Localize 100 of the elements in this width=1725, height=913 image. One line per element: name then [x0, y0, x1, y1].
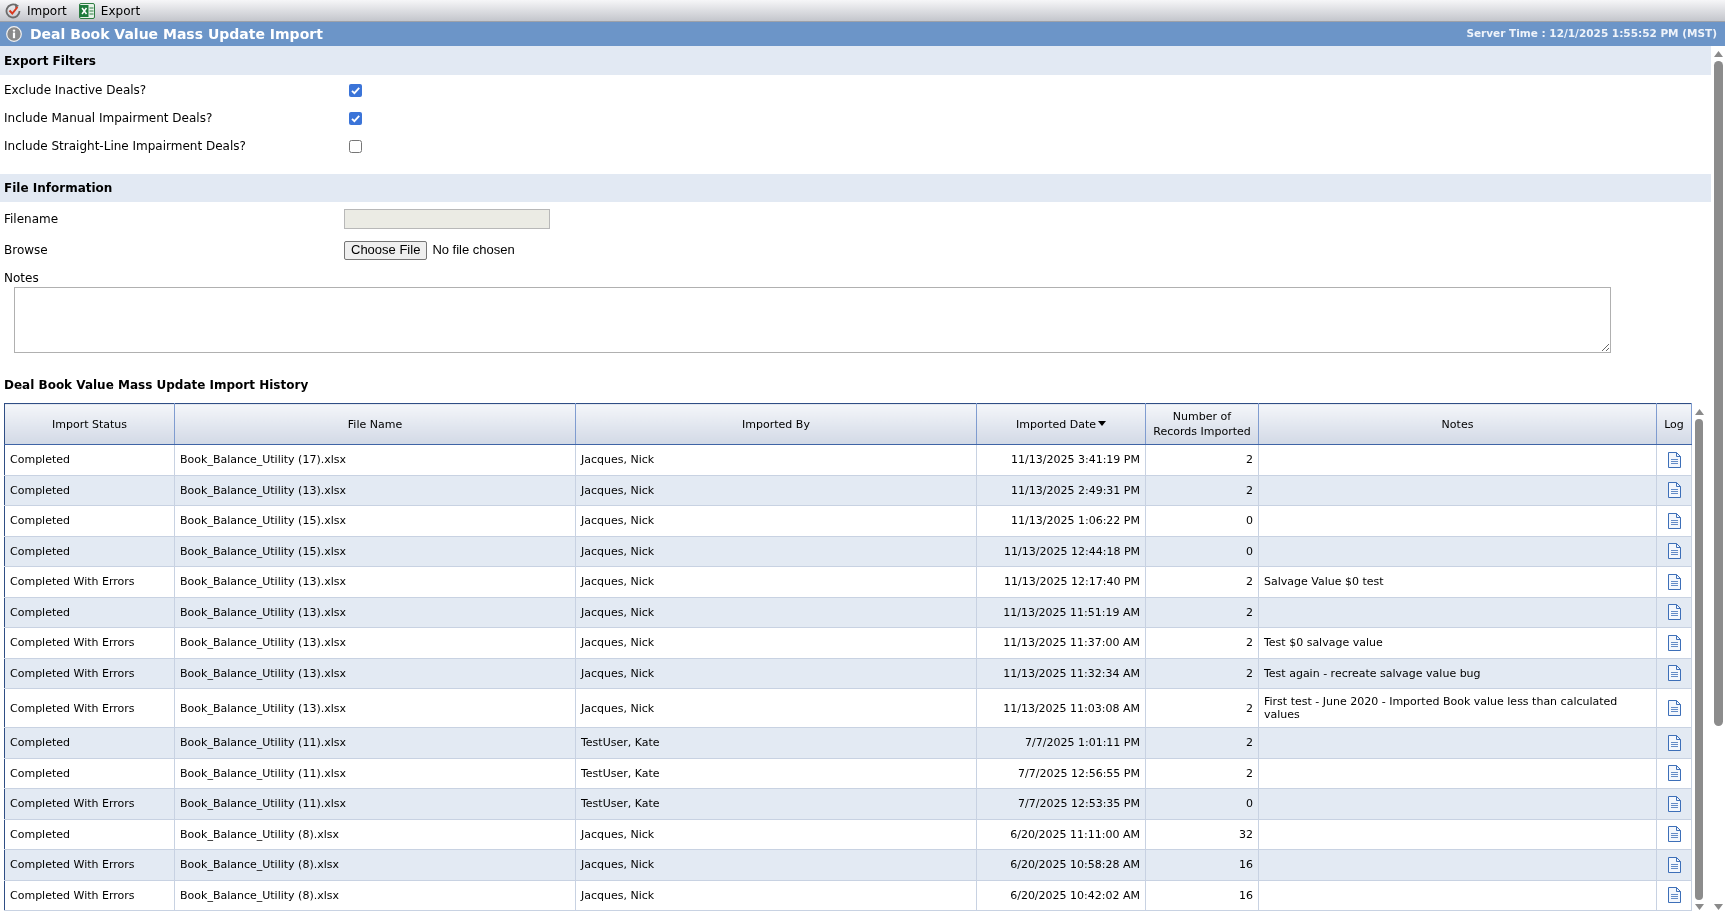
- scroll-up-arrow-icon[interactable]: [1694, 409, 1704, 415]
- table-cell: Book_Balance_Utility (13).xlsx: [174, 597, 576, 628]
- table-cell: 11/13/2025 3:41:19 PM: [976, 444, 1146, 475]
- table-cell: TestUser, Kate: [575, 727, 977, 758]
- table-cell: Completed With Errors: [4, 849, 175, 880]
- table-cell: Book_Balance_Utility (15).xlsx: [174, 536, 576, 567]
- table-cell: 6/20/2025 10:58:28 AM: [976, 849, 1146, 880]
- table-cell: 0: [1145, 788, 1259, 819]
- table-cell: Book_Balance_Utility (11).xlsx: [174, 727, 576, 758]
- file-status-text: No file chosen: [432, 241, 515, 260]
- table-cell: Book_Balance_Utility (13).xlsx: [174, 658, 576, 689]
- checkbox[interactable]: [349, 83, 362, 97]
- document-icon[interactable]: [1667, 856, 1681, 873]
- document-icon[interactable]: [1667, 512, 1681, 529]
- document-icon[interactable]: [1667, 451, 1681, 468]
- field-label: Notes: [3, 270, 39, 286]
- server-time: Server Time : 12/1/2025 1:55:52 PM (MST): [1466, 26, 1718, 42]
- column-header[interactable]: Number of Records Imported: [1145, 403, 1259, 445]
- export-button[interactable]: Export: [78, 1, 141, 20]
- table-cell: Book_Balance_Utility (15).xlsx: [174, 505, 576, 536]
- table-cell: Book_Balance_Utility (13).xlsx: [174, 475, 576, 506]
- table-cell: 2: [1145, 688, 1259, 728]
- table-cell: Completed: [4, 505, 175, 536]
- document-icon[interactable]: [1667, 700, 1681, 716]
- table-cell: 2: [1145, 566, 1259, 597]
- table-cell: Book_Balance_Utility (13).xlsx: [174, 566, 576, 597]
- document-icon[interactable]: [1667, 482, 1681, 499]
- table-cell: Jacques, Nick: [575, 849, 977, 880]
- table-cell: Completed With Errors: [4, 566, 175, 597]
- document-icon[interactable]: [1667, 665, 1681, 682]
- document-icon[interactable]: [1667, 604, 1681, 621]
- table-cell: Completed With Errors: [4, 880, 175, 911]
- table-cell: Jacques, Nick: [575, 819, 977, 850]
- table-cell: 16: [1145, 880, 1259, 911]
- table-cell: Test $0 salvage value: [1258, 627, 1657, 658]
- section-header: Export Filters: [0, 46, 1711, 75]
- table-cell: TestUser, Kate: [575, 788, 977, 819]
- table-cell: 2: [1145, 727, 1259, 758]
- column-header[interactable]: File Name: [174, 403, 576, 445]
- info-icon: [6, 26, 22, 42]
- column-header[interactable]: Imported By: [575, 403, 977, 445]
- scrollbar-thumb[interactable]: [1695, 419, 1703, 900]
- table-cell: Completed With Errors: [4, 788, 175, 819]
- table-cell: 2: [1145, 658, 1259, 689]
- table-cell: 7/7/2025 12:53:35 PM: [976, 788, 1146, 819]
- table-cell: 11/13/2025 11:51:19 AM: [976, 597, 1146, 628]
- section-header: File Information: [0, 174, 1711, 202]
- document-icon[interactable]: [1667, 543, 1681, 560]
- scrollbar-thumb[interactable]: [1713, 61, 1723, 726]
- table-cell: 11/13/2025 2:49:31 PM: [976, 475, 1146, 506]
- notes-field[interactable]: [14, 287, 1611, 353]
- filter-label: Include Manual Impairment Deals?: [3, 110, 214, 127]
- table-cell: Completed: [4, 475, 175, 506]
- column-header[interactable]: Notes: [1258, 403, 1657, 445]
- checkbox[interactable]: [349, 139, 362, 153]
- refresh-check-icon: [5, 2, 21, 19]
- table-cell: First test - June 2020 - Imported Book value less than calculated values: [1258, 688, 1657, 728]
- table-cell: Book_Balance_Utility (17).xlsx: [174, 444, 576, 475]
- table-cell: Test again - recreate salvage value bug: [1258, 658, 1657, 689]
- spreadsheet-icon: [78, 2, 95, 19]
- table-cell: 11/13/2025 11:32:34 AM: [976, 658, 1146, 689]
- filter-label: Exclude Inactive Deals?: [3, 82, 148, 99]
- table-cell: Completed: [4, 444, 175, 475]
- table-cell: 6/20/2025 10:42:02 AM: [976, 880, 1146, 911]
- table-cell: 11/13/2025 12:17:40 PM: [976, 566, 1146, 597]
- table-cell: Jacques, Nick: [575, 597, 977, 628]
- column-header[interactable]: Log: [1656, 403, 1692, 445]
- table-cell: Jacques, Nick: [575, 566, 977, 597]
- table-cell: 6/20/2025 11:11:00 AM: [976, 819, 1146, 850]
- document-icon[interactable]: [1667, 826, 1681, 843]
- table-cell: 0: [1145, 505, 1259, 536]
- document-icon[interactable]: [1667, 734, 1681, 751]
- document-icon[interactable]: [1667, 765, 1681, 782]
- table-cell: 11/13/2025 12:44:18 PM: [976, 536, 1146, 567]
- document-icon[interactable]: [1667, 634, 1681, 651]
- column-header[interactable]: Imported Date: [976, 403, 1146, 445]
- column-header[interactable]: Import Status: [4, 403, 175, 445]
- table-cell: 7/7/2025 12:56:55 PM: [976, 758, 1146, 789]
- document-icon[interactable]: [1667, 795, 1681, 812]
- table-cell: 11/13/2025 11:37:00 AM: [976, 627, 1146, 658]
- table-cell: Completed: [4, 597, 175, 628]
- table-cell: Book_Balance_Utility (13).xlsx: [174, 688, 576, 728]
- table-cell: Book_Balance_Utility (13).xlsx: [174, 627, 576, 658]
- table-cell: Jacques, Nick: [575, 536, 977, 567]
- choose-file-button[interactable]: Choose File: [344, 240, 428, 260]
- table-cell: Salvage Value $0 test: [1258, 566, 1657, 597]
- table-cell: Jacques, Nick: [575, 475, 977, 506]
- import-button[interactable]: Import: [5, 1, 67, 20]
- table-cell: 0: [1145, 536, 1259, 567]
- table-cell: 7/7/2025 1:01:11 PM: [976, 727, 1146, 758]
- scroll-up-arrow-icon[interactable]: [1713, 51, 1723, 57]
- table-cell: Jacques, Nick: [575, 627, 977, 658]
- document-icon[interactable]: [1667, 887, 1681, 904]
- table-cell: Completed: [4, 727, 175, 758]
- table-cell: Book_Balance_Utility (8).xlsx: [174, 880, 576, 911]
- document-icon[interactable]: [1667, 573, 1681, 590]
- table-cell: 11/13/2025 11:03:08 AM: [976, 688, 1146, 728]
- checkbox[interactable]: [349, 111, 362, 125]
- table-cell: 16: [1145, 849, 1259, 880]
- field-label: Browse: [3, 242, 49, 259]
